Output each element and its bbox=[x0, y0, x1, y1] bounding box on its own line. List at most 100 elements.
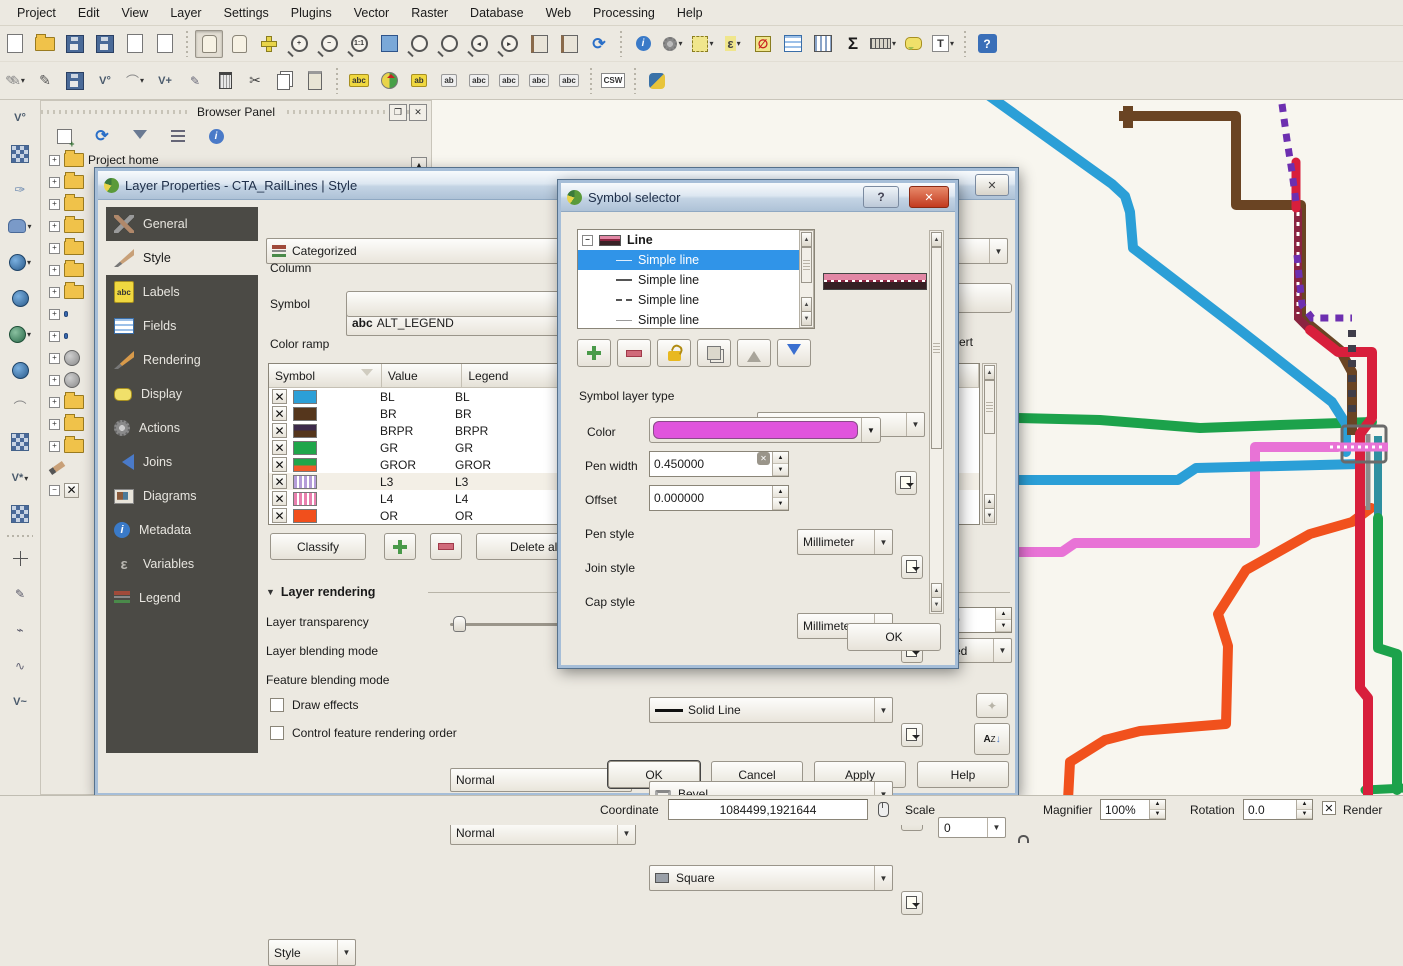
menu-edit[interactable]: Edit bbox=[67, 3, 111, 23]
preview-scrollbar[interactable]: ▲ ▲ ▼ bbox=[929, 230, 944, 614]
remove-symbol-layer-button[interactable] bbox=[617, 339, 651, 367]
expander-icon[interactable]: + bbox=[49, 221, 60, 232]
node-tool-button[interactable]: ✎ bbox=[181, 67, 209, 95]
collapse-all-button[interactable] bbox=[164, 122, 192, 150]
new-shapefile-layer-button[interactable]: V*▾ bbox=[6, 464, 34, 492]
sidebar-item-style[interactable]: Style bbox=[106, 241, 258, 275]
symbol-tree-root[interactable]: −Line bbox=[578, 230, 814, 250]
sidebar-item-labels[interactable]: abcLabels bbox=[106, 275, 258, 309]
data-defined-override-button[interactable] bbox=[901, 723, 923, 747]
sort-az-button[interactable]: AZ↓ bbox=[974, 723, 1010, 755]
category-checkbox[interactable]: ✕ bbox=[272, 508, 287, 523]
expander-icon[interactable]: + bbox=[49, 265, 60, 276]
new-bookmark-button[interactable] bbox=[525, 30, 553, 58]
render-checkbox[interactable]: ✕ bbox=[1322, 801, 1336, 815]
select-features-button[interactable]: ▾ bbox=[689, 30, 717, 58]
sidebar-item-legend[interactable]: Legend bbox=[106, 581, 258, 615]
style-menu-button[interactable]: Style▼ bbox=[268, 939, 356, 966]
data-defined-override-button[interactable] bbox=[901, 891, 923, 915]
add-wms-layer-button[interactable] bbox=[6, 356, 34, 384]
expander-icon[interactable]: − bbox=[582, 235, 593, 246]
symbol-layer-item-3[interactable]: Simple line bbox=[578, 310, 814, 329]
toggle-editing-button[interactable]: ✎ bbox=[31, 67, 59, 95]
pen-style-combo[interactable]: Solid Line▼ bbox=[649, 697, 893, 723]
coordinate-input[interactable]: 1084499,1921644 bbox=[668, 799, 868, 820]
sidebar-item-fields[interactable]: Fields bbox=[106, 309, 258, 343]
cap-style-combo[interactable]: Square▼ bbox=[649, 865, 893, 891]
browser-properties-button[interactable]: i bbox=[202, 122, 230, 150]
add-gpx-layer-button[interactable]: ⌒ bbox=[6, 392, 34, 420]
refresh-browser-button[interactable]: ⟳ bbox=[88, 122, 116, 150]
sidebar-item-display[interactable]: Display bbox=[106, 377, 258, 411]
menu-database[interactable]: Database bbox=[459, 3, 535, 23]
open-attribute-table-button[interactable] bbox=[779, 30, 807, 58]
symbol-layer-item-0[interactable]: Simple line bbox=[578, 250, 814, 270]
expander-icon[interactable]: + bbox=[49, 331, 60, 342]
scale-combo[interactable]: 0▼ bbox=[938, 817, 1006, 838]
refresh-map-button[interactable]: ⟳ bbox=[585, 30, 613, 58]
paste-features-button[interactable] bbox=[301, 67, 329, 95]
layer-blending-combo[interactable]: Normal bbox=[450, 768, 632, 792]
classify-button[interactable]: Classify bbox=[270, 533, 366, 560]
menu-vector[interactable]: Vector bbox=[343, 3, 400, 23]
zoom-last-button[interactable]: ◂ bbox=[465, 30, 493, 58]
identify-features-button[interactable]: i bbox=[629, 30, 657, 58]
deselect-all-button[interactable]: ∅ bbox=[749, 30, 777, 58]
expander-icon[interactable]: + bbox=[49, 441, 60, 452]
symbol-layer-item-1[interactable]: Simple line bbox=[578, 270, 814, 290]
filter-browser-button[interactable] bbox=[126, 122, 154, 150]
map-tips-button[interactable] bbox=[899, 30, 927, 58]
remove-category-button[interactable] bbox=[430, 533, 462, 560]
sidebar-item-actions[interactable]: Actions bbox=[106, 411, 258, 445]
zoom-to-selection-button[interactable] bbox=[435, 30, 463, 58]
symbol-layer-item-2[interactable]: Simple line bbox=[578, 290, 814, 310]
pin-labels-button[interactable]: ab bbox=[405, 67, 433, 95]
add-selected-layers-button[interactable] bbox=[50, 122, 78, 150]
coordinate-capture-icon[interactable] bbox=[878, 802, 889, 817]
add-delimited-text-layer-button[interactable]: ✑ bbox=[6, 176, 34, 204]
category-checkbox[interactable]: ✕ bbox=[272, 491, 287, 506]
layer-visibility-checkbox[interactable]: ✕ bbox=[64, 483, 79, 498]
offset-spinbox[interactable]: 0.000000 ▲▼ bbox=[649, 485, 789, 511]
expander-icon[interactable]: + bbox=[49, 309, 60, 320]
symbol-selector-help-button[interactable]: ? bbox=[863, 186, 899, 208]
category-checkbox[interactable]: ✕ bbox=[272, 474, 287, 489]
sidebar-item-variables[interactable]: εVariables bbox=[106, 547, 258, 581]
browser-panel-header[interactable]: Browser Panel ❐ ✕ bbox=[41, 101, 431, 123]
browser-panel-close-button[interactable]: ✕ bbox=[409, 104, 427, 121]
data-defined-override-button[interactable] bbox=[895, 471, 917, 495]
copy-features-button[interactable] bbox=[271, 67, 299, 95]
add-spatialite-layer-button[interactable]: ▾ bbox=[6, 248, 34, 276]
menu-plugins[interactable]: Plugins bbox=[280, 3, 343, 23]
delete-selected-button[interactable] bbox=[211, 67, 239, 95]
move-feature-button[interactable]: V+ bbox=[151, 67, 179, 95]
menu-settings[interactable]: Settings bbox=[213, 3, 280, 23]
statistical-summary-button[interactable]: Σ bbox=[839, 30, 867, 58]
pan-to-selection-button[interactable] bbox=[255, 30, 283, 58]
show-bookmarks-button[interactable] bbox=[555, 30, 583, 58]
sidebar-item-metadata[interactable]: iMetadata bbox=[106, 513, 258, 547]
gps-information-button[interactable]: ⌁ bbox=[6, 616, 34, 644]
transparency-slider-handle[interactable] bbox=[453, 616, 466, 632]
topology-checker-button[interactable]: ∿ bbox=[6, 652, 34, 680]
pen-width-unit-combo[interactable]: Millimeter▼ bbox=[797, 529, 893, 555]
add-curve-button[interactable]: ⌒▾ bbox=[121, 67, 149, 95]
browser-panel-float-button[interactable]: ❐ bbox=[389, 104, 407, 121]
map-crosshair-button[interactable] bbox=[6, 544, 34, 572]
save-layer-edits-button[interactable] bbox=[61, 67, 89, 95]
add-postgis-layers-button[interactable]: ▾ bbox=[6, 212, 34, 240]
add-mssql-layer-button[interactable] bbox=[6, 284, 34, 312]
field-calculator-button[interactable] bbox=[809, 30, 837, 58]
cut-features-button[interactable]: ✂ bbox=[241, 67, 269, 95]
expander-icon[interactable]: + bbox=[49, 177, 60, 188]
category-checkbox[interactable]: ✕ bbox=[272, 389, 287, 404]
show-hide-labels-button[interactable]: abc bbox=[465, 67, 493, 95]
new-print-composer-button[interactable] bbox=[121, 30, 149, 58]
layer-labeling-button[interactable]: abc bbox=[345, 67, 373, 95]
rotate-label-button[interactable]: abc bbox=[525, 67, 553, 95]
new-project-button[interactable] bbox=[1, 30, 29, 58]
column-header-symbol[interactable]: Symbol bbox=[269, 364, 382, 387]
change-label-button[interactable]: abc bbox=[555, 67, 583, 95]
add-symbol-layer-button[interactable] bbox=[577, 339, 611, 367]
draw-effects-checkbox[interactable] bbox=[270, 698, 284, 712]
